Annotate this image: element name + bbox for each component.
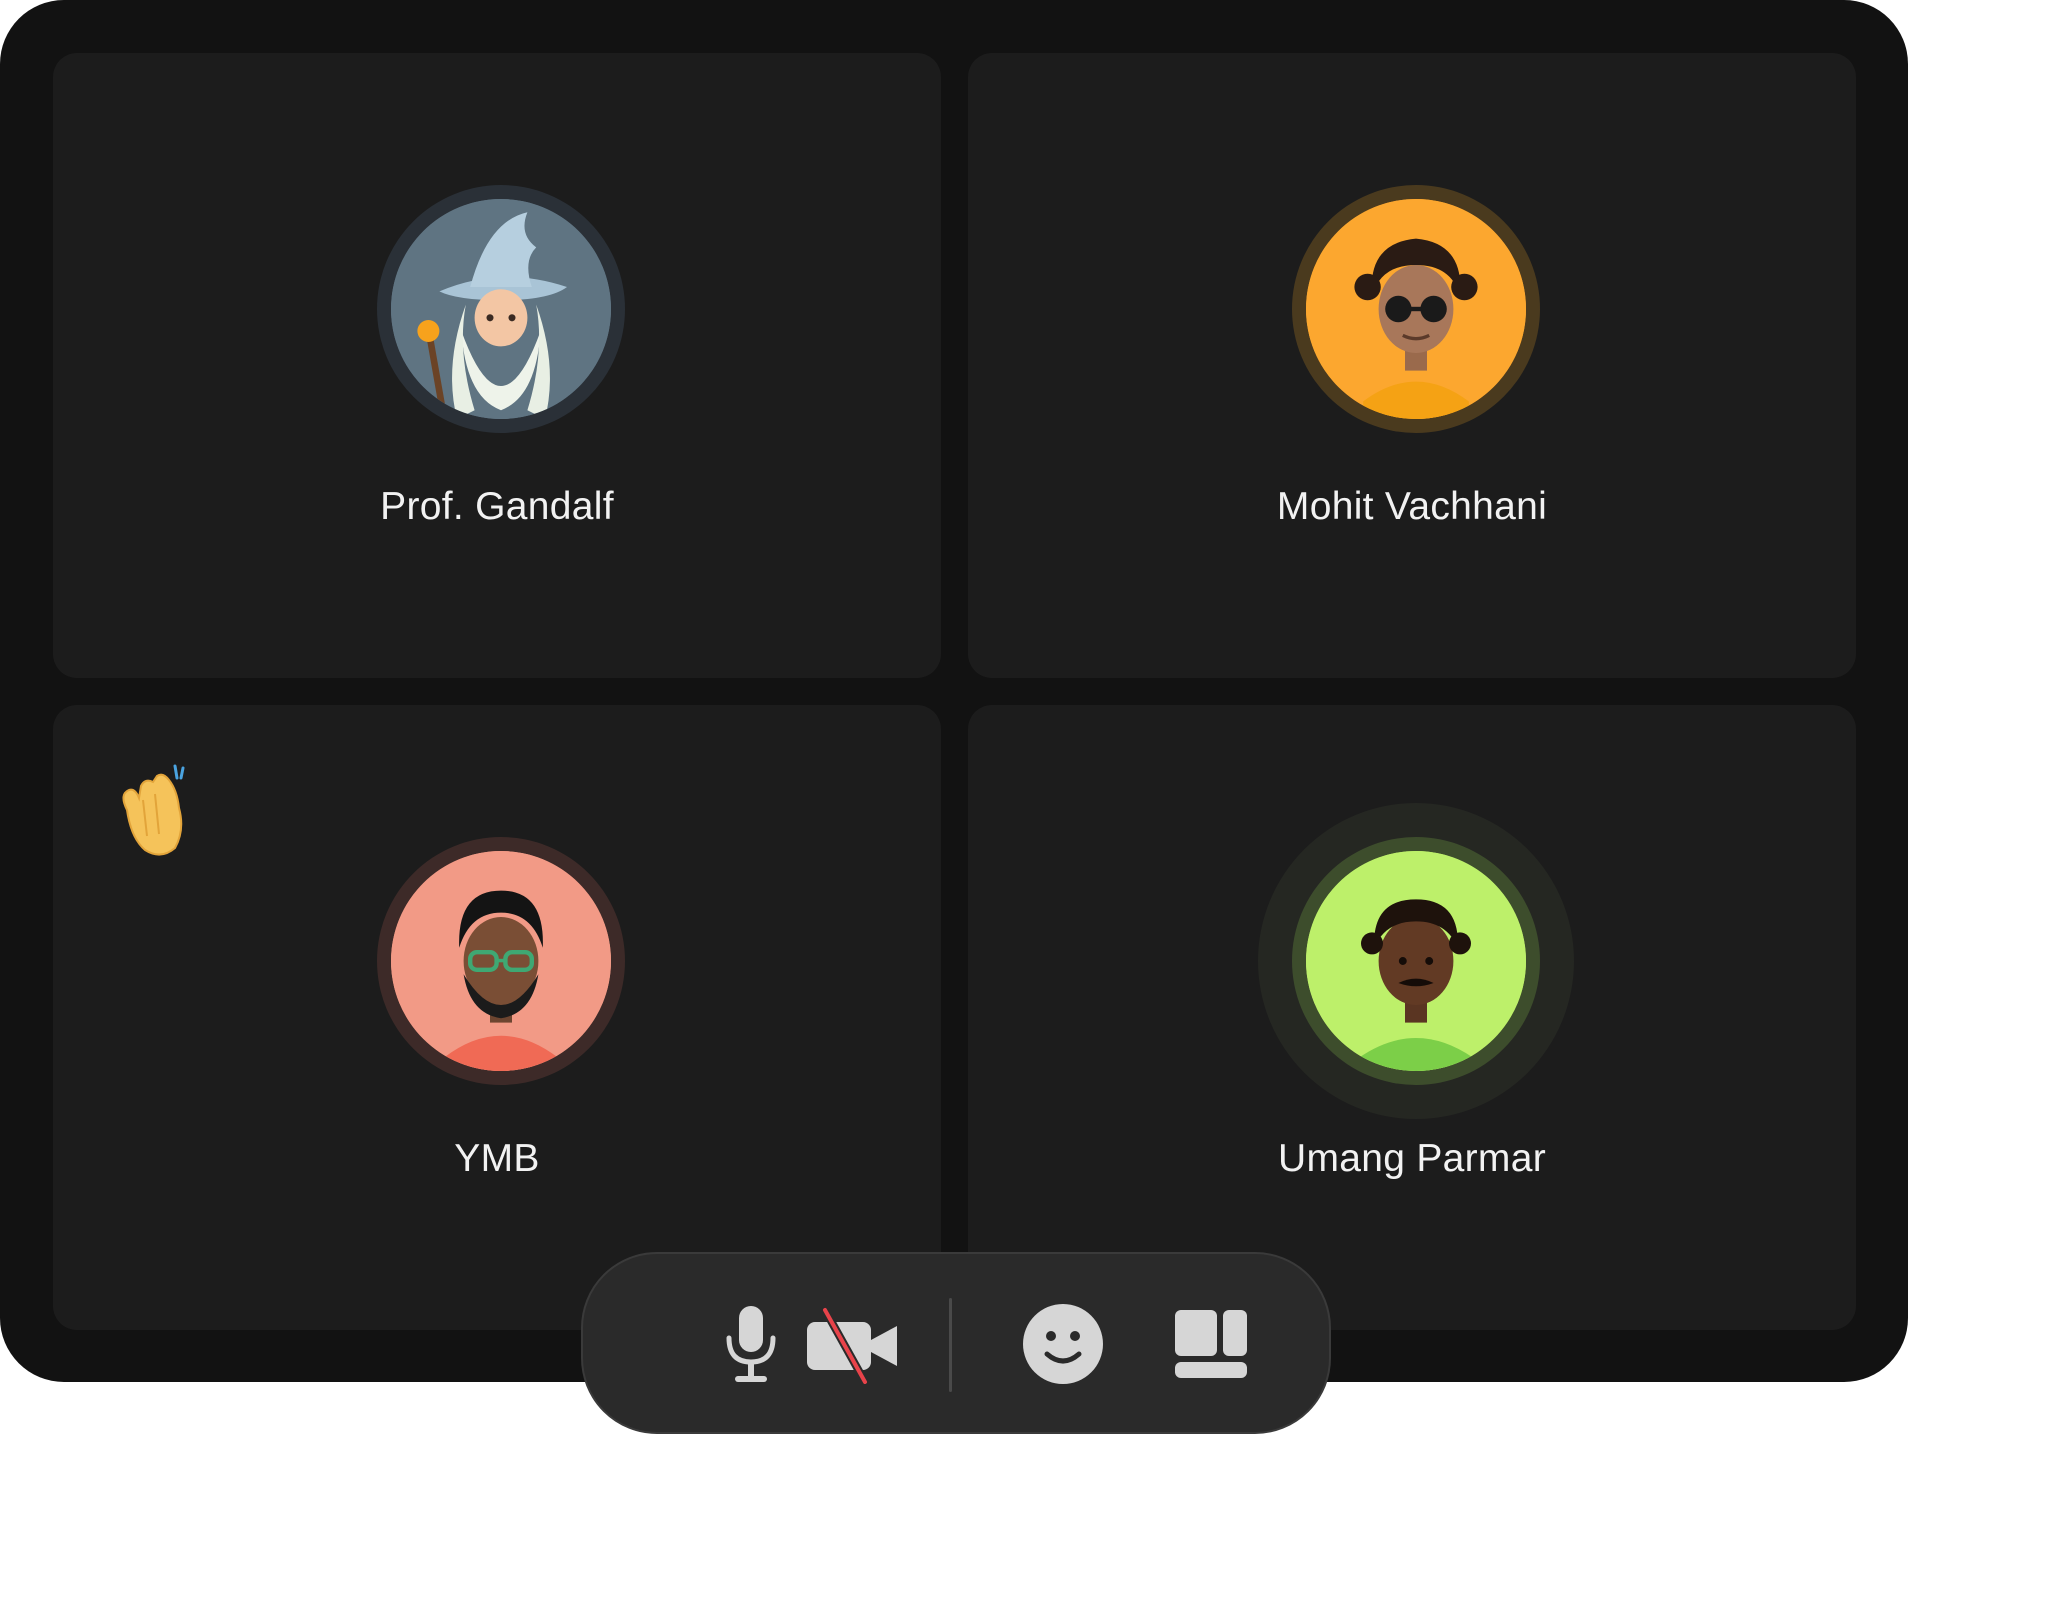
avatar-ring (1292, 185, 1540, 433)
person-mustache-avatar (1306, 851, 1526, 1071)
avatar-ring (377, 837, 625, 1085)
participant-name: Umang Parmar (1277, 1137, 1546, 1180)
clapping-hands-icon (122, 764, 185, 856)
reactions-button[interactable] (1015, 1304, 1111, 1384)
call-window: Prof. Gandalf Mohit Vachhani YMB Umang P… (0, 0, 1908, 1382)
layout-icon (1175, 1310, 1247, 1378)
wizard-avatar (391, 199, 611, 419)
avatar-ring (377, 185, 625, 433)
avatar-ring (1292, 837, 1540, 1085)
participant-name: Mohit Vachhani (1276, 485, 1548, 528)
participant-tile-mohit[interactable]: Mohit Vachhani (968, 53, 1856, 678)
toolbar-divider (949, 1298, 952, 1392)
person-glasses-beard-avatar (391, 851, 611, 1071)
emoji-icon (1023, 1304, 1103, 1384)
layout-button[interactable] (1163, 1304, 1259, 1384)
camera-toggle-button[interactable] (793, 1304, 913, 1384)
participant-name: Prof. Gandalf (380, 485, 614, 528)
person-sunglasses-avatar (1306, 199, 1526, 419)
participant-tile-gandalf[interactable]: Prof. Gandalf (53, 53, 941, 678)
call-toolbar (581, 1252, 1331, 1434)
camera-off-icon (807, 1306, 897, 1384)
participant-tile-ymb[interactable]: YMB (53, 705, 941, 1330)
mute-button[interactable] (703, 1304, 799, 1384)
participant-name: YMB (454, 1137, 540, 1180)
participant-tile-umang[interactable]: Umang Parmar (968, 705, 1856, 1330)
microphone-icon (726, 1306, 776, 1382)
